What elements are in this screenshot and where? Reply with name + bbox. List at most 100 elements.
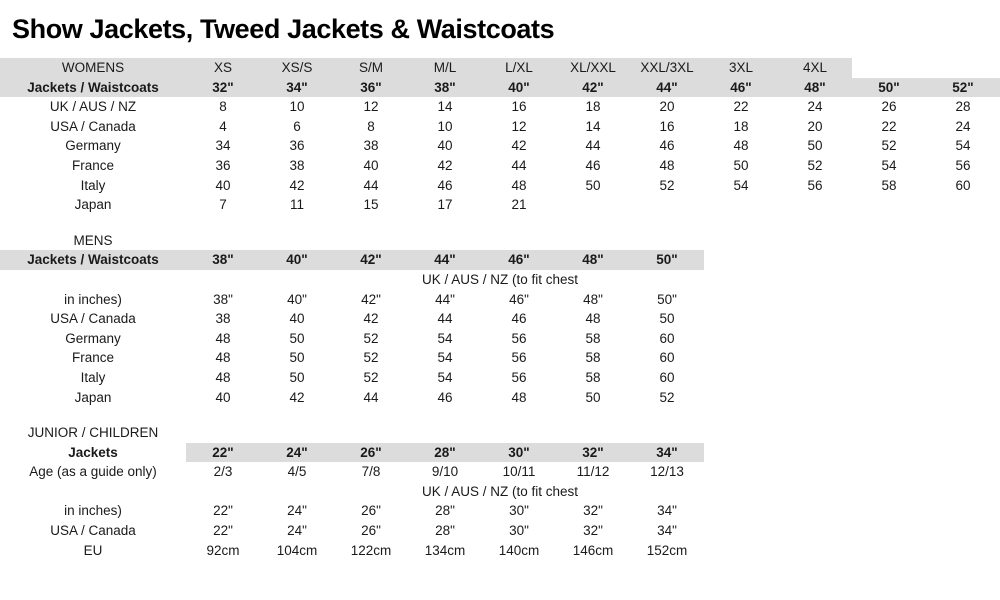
cell: 38	[215, 311, 231, 327]
cell: 58	[585, 330, 601, 346]
table-row: Japan 7 11 15 17 21	[0, 195, 1000, 215]
junior-chest-size-row: Jackets 22" 24" 26" 28" 30" 32" 34"	[0, 442, 1000, 463]
mens-chest-filler	[704, 250, 778, 270]
cell	[926, 195, 1000, 215]
junior-uk-label-line1: UK / AUS / NZ (to fit chest	[421, 483, 579, 499]
junior-chest-filler	[778, 443, 852, 463]
mens-chest-6: 50"	[630, 250, 704, 270]
mens-chest-size-row: Jackets / Waistcoats 38" 40" 42" 44" 46"…	[0, 250, 1000, 270]
cell: 40	[215, 389, 231, 405]
spacer-cell	[0, 407, 1000, 423]
cell: 24	[807, 99, 823, 115]
cell: 40	[215, 177, 231, 193]
cell: 26	[881, 99, 897, 115]
cell-empty	[926, 541, 1000, 561]
womens-size-name-9	[852, 58, 926, 78]
row-label: USA / Canada	[50, 118, 136, 134]
cell: 42	[511, 138, 527, 154]
cell: 58	[585, 350, 601, 366]
cell: 34"	[657, 503, 677, 519]
cell: 56	[955, 157, 971, 173]
cell: 16	[659, 118, 675, 134]
cell: 40"	[287, 291, 307, 307]
cell: 146cm	[572, 542, 614, 558]
cell-empty	[778, 368, 852, 388]
junior-row-label: Jackets	[68, 444, 118, 460]
cell: 52	[363, 330, 379, 346]
cell: 22	[881, 118, 897, 134]
cell: 56	[511, 330, 527, 346]
womens-chest-10: 52"	[926, 77, 1000, 98]
cell: 46	[437, 389, 453, 405]
spacer-cell	[0, 215, 1000, 231]
row-label: Germany	[65, 138, 121, 154]
cell: 58	[881, 177, 897, 193]
cell-empty	[926, 501, 1000, 521]
cell: 46	[511, 311, 527, 327]
cell-empty	[778, 521, 852, 541]
cell: 2/3	[213, 464, 233, 480]
row-label: Germany	[65, 330, 121, 346]
cell	[630, 195, 704, 215]
table-row: EU 92cm 104cm 122cm 134cm 140cm 146cm 15…	[0, 541, 1000, 561]
cell: 40	[363, 157, 379, 173]
womens-chest-2: 36"	[334, 77, 408, 98]
cell: 50	[733, 157, 749, 173]
row-label: France	[71, 157, 115, 173]
cell: 54	[437, 330, 453, 346]
cell: 48	[511, 389, 527, 405]
cell: 28"	[435, 503, 455, 519]
cell: 42	[289, 389, 305, 405]
cell: 42	[437, 157, 453, 173]
womens-size-name-2: S/M	[334, 58, 408, 78]
mens-chest-0: 38"	[186, 250, 260, 270]
cell-empty	[778, 348, 852, 368]
cell-empty	[778, 388, 852, 408]
womens-chest-9: 50"	[852, 77, 926, 98]
cell-empty	[778, 462, 852, 482]
cell: 50	[585, 177, 601, 193]
cell: 50	[289, 369, 305, 385]
cell-empty	[852, 309, 926, 329]
junior-uk-label-line2: in inches)	[64, 503, 122, 519]
womens-section-label: WOMENS	[0, 58, 186, 78]
mens-uk-values-row: in inches) 38" 40" 42" 44" 46" 48" 50"	[0, 290, 1000, 310]
junior-chest-1: 24"	[260, 442, 334, 463]
womens-size-name-5: XL/XXL	[556, 58, 630, 78]
cell: 52	[659, 389, 675, 405]
cell: 7/8	[361, 464, 381, 480]
womens-size-name-10	[926, 58, 1000, 78]
cell-empty	[852, 329, 926, 349]
cell: 44	[511, 157, 527, 173]
womens-chest-size-row: Jackets / Waistcoats 32" 34" 36" 38" 40"…	[0, 77, 1000, 98]
womens-chest-5: 42"	[556, 77, 630, 98]
table-row: France 48 50 52 54 56 58 60	[0, 348, 1000, 368]
cell-empty	[704, 290, 778, 310]
junior-uk-values-row: in inches) 22" 24" 26" 28" 30" 32" 34"	[0, 501, 1000, 521]
cell-empty	[852, 290, 926, 310]
cell: 50	[289, 350, 305, 366]
junior-age-row: Age (as a guide only) 2/3 4/5 7/8 9/10 1…	[0, 462, 1000, 482]
cell: 48	[215, 369, 231, 385]
cell-empty	[704, 521, 778, 541]
cell: 48	[585, 311, 601, 327]
cell: 7	[219, 197, 227, 213]
cell: 52	[881, 138, 897, 154]
row-label: USA / Canada	[50, 523, 136, 539]
cell: 134cm	[424, 542, 466, 558]
row-label: USA / Canada	[50, 311, 136, 327]
cell: 46	[659, 138, 675, 154]
cell: 60	[659, 330, 675, 346]
mens-chest-filler	[926, 250, 1000, 270]
cell: 10	[289, 99, 305, 115]
cell: 54	[733, 177, 749, 193]
cell: 48"	[583, 291, 603, 307]
cell-empty	[778, 501, 852, 521]
table-row: Italy 48 50 52 54 56 58 60	[0, 368, 1000, 388]
junior-chest-filler	[926, 443, 1000, 463]
cell: 36	[289, 138, 305, 154]
cell: 18	[733, 118, 749, 134]
womens-size-name-3: M/L	[408, 58, 482, 78]
cell-empty	[778, 290, 852, 310]
table-row: USA / Canada 38 40 42 44 46 48 50	[0, 309, 1000, 329]
